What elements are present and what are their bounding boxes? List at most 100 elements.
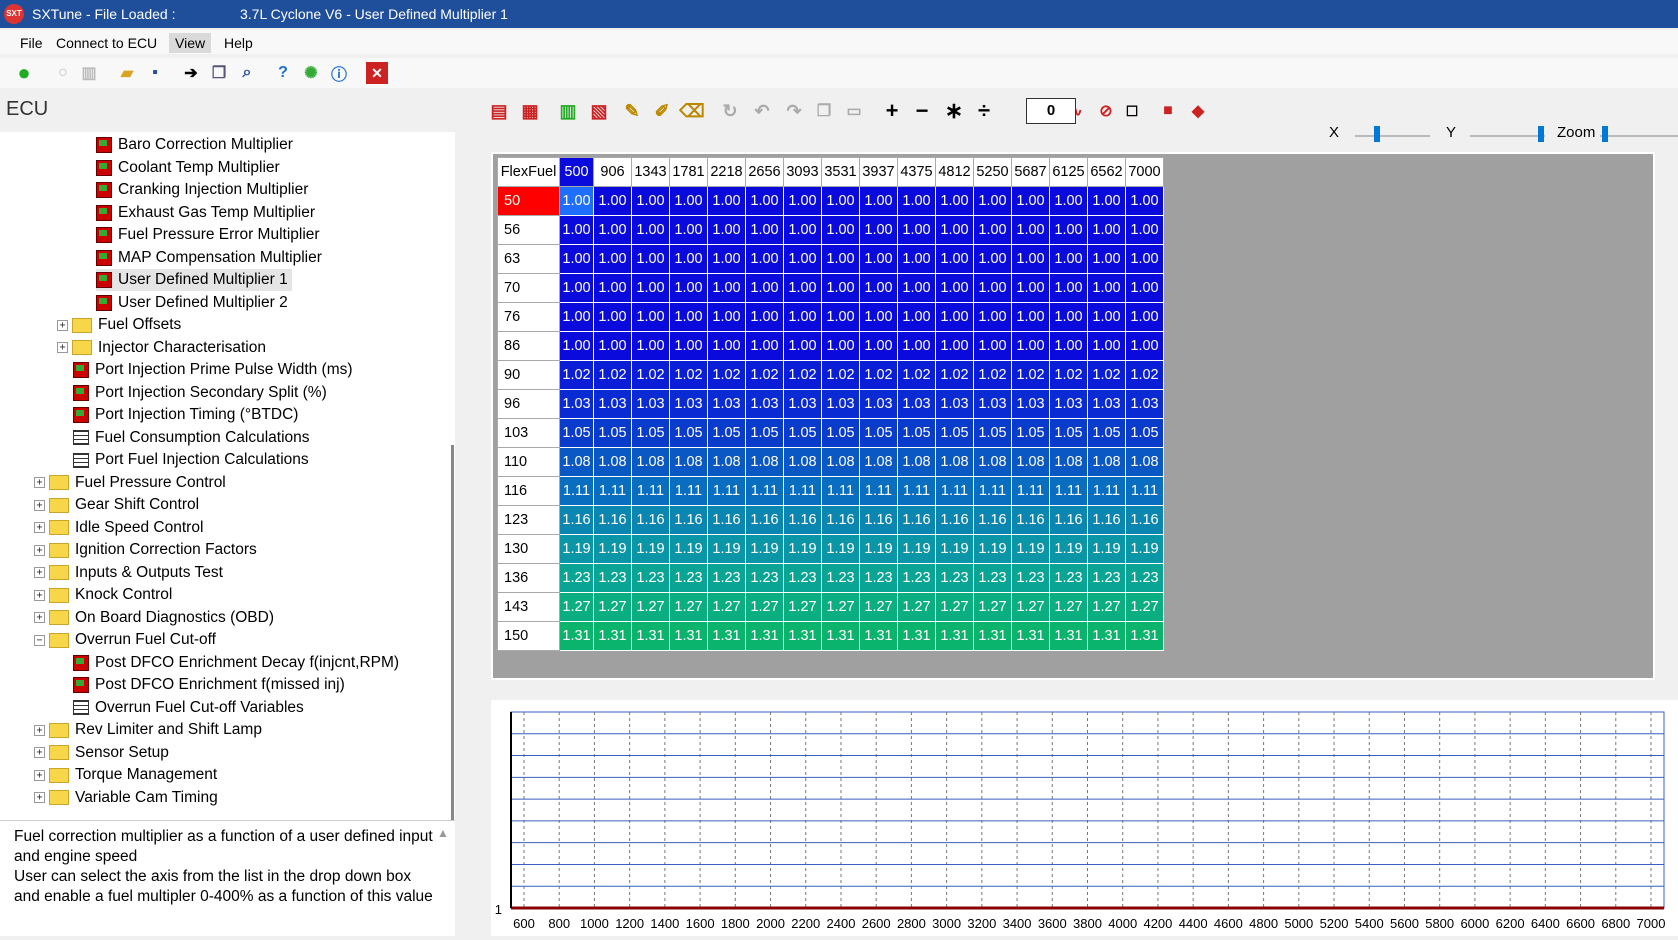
row-header[interactable]: 86: [497, 331, 560, 361]
table-cell[interactable]: 1.03: [631, 389, 670, 419]
table-cell[interactable]: 1.00: [593, 215, 632, 245]
table-cell[interactable]: 1.02: [783, 360, 822, 390]
table-cell[interactable]: 1.27: [1125, 592, 1164, 622]
table-cell[interactable]: 1.08: [559, 447, 594, 477]
table-cell[interactable]: 1.00: [745, 244, 784, 274]
redo-icon[interactable]: ↷: [783, 100, 805, 122]
column-header[interactable]: 1781: [669, 157, 708, 187]
table-cell[interactable]: 1.23: [1125, 563, 1164, 593]
table-cell[interactable]: 1.00: [593, 186, 632, 216]
tree-item[interactable]: + Fuel Offsets: [57, 314, 181, 336]
table-cell[interactable]: 1.00: [1011, 273, 1050, 303]
delete-row-icon[interactable]: ▦: [519, 100, 541, 122]
table-cell[interactable]: 1.00: [669, 302, 708, 332]
x-slider-thumb[interactable]: [1374, 126, 1380, 142]
table-cell[interactable]: 1.00: [631, 186, 670, 216]
table-cell[interactable]: 1.27: [859, 592, 898, 622]
table-cell[interactable]: 1.00: [631, 215, 670, 245]
table-cell[interactable]: 1.00: [707, 244, 746, 274]
table-cell[interactable]: 1.27: [669, 592, 708, 622]
table-cell[interactable]: 1.11: [821, 476, 860, 506]
table-cell[interactable]: 1.05: [593, 418, 632, 448]
table-cell[interactable]: 1.05: [935, 418, 974, 448]
scroll-up-icon[interactable]: ▲: [437, 826, 449, 840]
table-cell[interactable]: 1.23: [897, 563, 936, 593]
table-cell[interactable]: 1.16: [1087, 505, 1126, 535]
subtract-icon[interactable]: −: [911, 98, 933, 123]
table-cell[interactable]: 1.00: [1011, 302, 1050, 332]
table-cell[interactable]: 1.16: [821, 505, 860, 535]
expand-icon[interactable]: +: [34, 477, 45, 488]
table-cell[interactable]: 1.00: [1087, 215, 1126, 245]
table-cell[interactable]: 1.08: [707, 447, 746, 477]
table-cell[interactable]: 1.03: [745, 389, 784, 419]
table-cell[interactable]: 1.00: [897, 244, 936, 274]
table-cell[interactable]: 1.00: [1087, 302, 1126, 332]
table-cell[interactable]: 1.03: [669, 389, 708, 419]
column-header[interactable]: 3531: [821, 157, 860, 187]
table-cell[interactable]: 1.00: [707, 331, 746, 361]
refresh-icon[interactable]: ↻: [719, 100, 741, 122]
table-cell[interactable]: 1.02: [593, 360, 632, 390]
tree-item[interactable]: User Defined Multiplier 2: [96, 292, 288, 314]
table-cell[interactable]: 1.03: [1049, 389, 1088, 419]
table-cell[interactable]: 1.23: [593, 563, 632, 593]
row-header[interactable]: 143: [497, 592, 560, 622]
menu-view[interactable]: View: [169, 33, 212, 53]
table-cell[interactable]: 1.00: [707, 186, 746, 216]
tree-item[interactable]: Post DFCO Enrichment f(missed inj): [73, 674, 345, 696]
tree-item[interactable]: Port Injection Timing (°BTDC): [73, 404, 298, 426]
operation-value-input[interactable]: 0: [1026, 98, 1076, 124]
expand-icon[interactable]: +: [57, 342, 68, 353]
table-cell[interactable]: 1.27: [559, 592, 594, 622]
table-cell[interactable]: 1.08: [1125, 447, 1164, 477]
table-cell[interactable]: 1.19: [745, 534, 784, 564]
no-graph-icon[interactable]: ⊘: [1095, 100, 1117, 122]
table-cell[interactable]: 1.11: [707, 476, 746, 506]
table-cell[interactable]: 1.00: [593, 302, 632, 332]
table-cell[interactable]: 1.00: [1049, 244, 1088, 274]
table-cell[interactable]: 1.05: [897, 418, 936, 448]
table-cell[interactable]: 1.02: [1011, 360, 1050, 390]
table-cell[interactable]: 1.00: [973, 273, 1012, 303]
table-cell[interactable]: 1.00: [559, 186, 594, 216]
table-cell[interactable]: 1.11: [859, 476, 898, 506]
table-cell[interactable]: 1.23: [821, 563, 860, 593]
table-cell[interactable]: 1.03: [1011, 389, 1050, 419]
delete-column-icon[interactable]: ▧: [588, 100, 610, 122]
table-cell[interactable]: 1.19: [1125, 534, 1164, 564]
table-cell[interactable]: 1.00: [1049, 302, 1088, 332]
table-cell[interactable]: 1.11: [783, 476, 822, 506]
table-cell[interactable]: 1.00: [897, 302, 936, 332]
table-cell[interactable]: 1.00: [1087, 331, 1126, 361]
tree-item[interactable]: + Variable Cam Timing: [34, 787, 218, 809]
tree-item[interactable]: + Fuel Pressure Control: [34, 472, 226, 494]
row-header[interactable]: 63: [497, 244, 560, 274]
search-icon[interactable]: ⌕: [236, 62, 258, 84]
table-cell[interactable]: 1.03: [897, 389, 936, 419]
table-cell[interactable]: 1.00: [631, 244, 670, 274]
column-header[interactable]: 3937: [859, 157, 898, 187]
row-header[interactable]: 56: [497, 215, 560, 245]
copy-icon[interactable]: ❐: [208, 62, 230, 84]
table-cell[interactable]: 1.16: [1011, 505, 1050, 535]
table-cell[interactable]: 1.27: [897, 592, 936, 622]
table-cell[interactable]: 1.16: [707, 505, 746, 535]
expand-icon[interactable]: +: [34, 544, 45, 556]
table-cell[interactable]: 1.16: [1125, 505, 1164, 535]
zoom-slider[interactable]: [1600, 135, 1678, 137]
table-cell[interactable]: 1.08: [973, 447, 1012, 477]
table-cell[interactable]: 1.27: [1087, 592, 1126, 622]
expand-icon[interactable]: +: [34, 792, 45, 803]
table-cell[interactable]: 1.00: [821, 215, 860, 245]
table-cell[interactable]: 1.05: [745, 418, 784, 448]
tree-item[interactable]: Post DFCO Enrichment Decay f(injcnt,RPM): [73, 652, 399, 674]
table-cell[interactable]: 1.02: [859, 360, 898, 390]
table-cell[interactable]: 1.00: [559, 244, 594, 274]
table-cell[interactable]: 1.05: [707, 418, 746, 448]
table-cell[interactable]: 1.31: [897, 621, 936, 651]
table-cell[interactable]: 1.00: [745, 186, 784, 216]
tree-item[interactable]: + Rev Limiter and Shift Lamp: [34, 719, 262, 741]
table-cell[interactable]: 1.00: [1125, 186, 1164, 216]
table-cell[interactable]: 1.00: [559, 302, 594, 332]
